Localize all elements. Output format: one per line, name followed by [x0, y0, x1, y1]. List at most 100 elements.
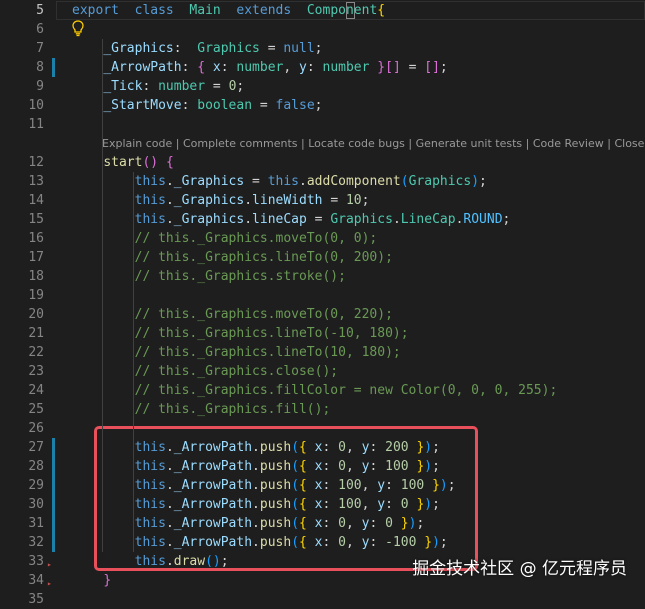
- code-text[interactable]: // this._Graphics.moveTo(0, 0);: [72, 229, 378, 248]
- code-token: 10: [345, 193, 362, 208]
- code-token: _Graphics: [173, 174, 245, 189]
- code-line[interactable]: 25 // this._Graphics.fill();: [0, 400, 645, 419]
- code-token: }: [377, 60, 386, 75]
- code-token: ;: [314, 41, 323, 56]
- code-text[interactable]: }: [72, 571, 111, 590]
- code-text[interactable]: // this._Graphics.fill();: [72, 400, 331, 419]
- code-token: .: [392, 212, 401, 227]
- code-line[interactable]: 22 // this._Graphics.lineTo(10, 180);: [0, 343, 645, 362]
- code-line[interactable]: 7 _Graphics: Graphics = null;: [0, 39, 645, 58]
- code-line[interactable]: 14 this._Graphics.lineWidth = 10;: [0, 191, 645, 210]
- code-text[interactable]: // this._Graphics.lineTo(-10, 180);: [72, 324, 409, 343]
- code-text[interactable]: // this._Graphics.stroke();: [72, 267, 346, 286]
- code-token: _Graphics: [173, 212, 245, 227]
- breakpoint-arrow-icon[interactable]: ▸: [47, 579, 52, 588]
- code-line[interactable]: 23 // this._Graphics.close();: [0, 362, 645, 381]
- code-token: this: [134, 174, 166, 189]
- code-token: (): [142, 155, 159, 170]
- line-number: 28: [28, 459, 44, 474]
- line-number: 18: [28, 269, 44, 284]
- code-text[interactable]: // this._Graphics.lineTo(0, 200);: [72, 248, 393, 267]
- code-token: ): [471, 174, 480, 189]
- breakpoint-arrow-icon[interactable]: ▸: [47, 560, 52, 569]
- code-line[interactable]: 21 // this._Graphics.lineTo(-10, 180);: [0, 324, 645, 343]
- code-token: :: [181, 98, 198, 113]
- code-line[interactable]: 12 start() {: [0, 153, 645, 172]
- code-token: []: [424, 60, 440, 75]
- code-line[interactable]: 5 export class Main extends Component{: [0, 1, 645, 20]
- code-token: ;: [439, 60, 448, 75]
- code-text[interactable]: _StartMove: boolean = false;: [72, 96, 322, 115]
- code-token: {: [197, 60, 206, 75]
- code-text[interactable]: // this._Graphics.close();: [72, 362, 339, 381]
- code-text[interactable]: export class Main extends Component{: [72, 1, 385, 20]
- line-number: 15: [28, 212, 44, 227]
- code-token: start: [103, 155, 143, 170]
- code-token: =: [205, 79, 229, 94]
- code-editor[interactable]: Explain code | Complete comments | Locat…: [0, 0, 645, 607]
- code-text[interactable]: _Tick: number = 0;: [72, 77, 244, 96]
- code-line[interactable]: 24 // this._Graphics.fillColor = new Col…: [0, 381, 645, 400]
- code-token: // this._Graphics.close();: [134, 364, 339, 379]
- code-token: =: [306, 212, 331, 227]
- code-text[interactable]: start() {: [72, 153, 173, 172]
- code-token: .: [244, 193, 253, 208]
- ai-code-actions-lens[interactable]: Explain code | Complete comments | Locat…: [102, 135, 644, 152]
- code-token: (: [400, 174, 409, 189]
- code-text[interactable]: this._Graphics = this.addComponent(Graph…: [72, 172, 487, 191]
- code-text[interactable]: this._Graphics.lineWidth = 10;: [72, 191, 370, 210]
- code-token: // this._Graphics.lineTo(0, 200);: [134, 250, 393, 265]
- code-line[interactable]: 20 // this._Graphics.moveTo(0, 220);: [0, 305, 645, 324]
- code-line[interactable]: 11: [0, 115, 645, 134]
- code-token: .: [244, 212, 253, 227]
- code-token: // this._Graphics.stroke();: [134, 269, 346, 284]
- gutter-change-marker[interactable]: [52, 58, 55, 77]
- code-token: :: [220, 60, 237, 75]
- code-line[interactable]: 35: [0, 590, 645, 609]
- code-token: Component: [306, 3, 378, 18]
- code-token: class: [134, 3, 174, 18]
- code-line[interactable]: 8 _ArrowPath: { x: number, y: number }[]…: [0, 58, 645, 77]
- code-text[interactable]: // this._Graphics.lineTo(10, 180);: [72, 343, 401, 362]
- code-token: =: [259, 41, 284, 56]
- line-number: 17: [28, 250, 44, 265]
- code-token: :: [173, 41, 198, 56]
- code-token: // this._Graphics.fillColor = new Color(…: [134, 383, 558, 398]
- gutter-change-marker[interactable]: [52, 438, 55, 552]
- code-token: Graphics: [197, 41, 260, 56]
- line-number: 12: [28, 155, 44, 170]
- code-text[interactable]: // this._Graphics.moveTo(0, 220);: [72, 305, 393, 324]
- code-token: false: [275, 98, 315, 113]
- code-line[interactable]: 17 // this._Graphics.lineTo(0, 200);: [0, 248, 645, 267]
- code-text[interactable]: this._Graphics.lineCap = Graphics.LineCa…: [72, 210, 511, 229]
- line-number: 16: [28, 231, 44, 246]
- indent-guide: [102, 39, 103, 552]
- code-line[interactable]: 16 // this._Graphics.moveTo(0, 0);: [0, 229, 645, 248]
- code-line[interactable]: 9 _Tick: number = 0;: [0, 77, 645, 96]
- code-text[interactable]: _ArrowPath: { x: number, y: number }[] =…: [72, 58, 448, 77]
- code-line[interactable]: 6: [0, 20, 645, 39]
- line-number: 7: [36, 41, 44, 56]
- code-token: Main: [189, 3, 221, 18]
- code-token: // this._Graphics.lineTo(10, 180);: [134, 345, 401, 360]
- code-line[interactable]: 13 this._Graphics = this.addComponent(Gr…: [0, 172, 645, 191]
- code-line[interactable]: 10 _StartMove: boolean = false;: [0, 96, 645, 115]
- code-line[interactable]: 15 this._Graphics.lineCap = Graphics.Lin…: [0, 210, 645, 229]
- code-token: _ArrowPath: [103, 60, 182, 75]
- highlight-box: [94, 426, 478, 571]
- code-line[interactable]: 19: [0, 286, 645, 305]
- code-line[interactable]: 18 // this._Graphics.stroke();: [0, 267, 645, 286]
- code-token: null: [283, 41, 315, 56]
- code-token: _Graphics: [103, 41, 174, 56]
- code-text[interactable]: // this._Graphics.fillColor = new Color(…: [72, 381, 558, 400]
- code-text[interactable]: _Graphics: Graphics = null;: [72, 39, 323, 58]
